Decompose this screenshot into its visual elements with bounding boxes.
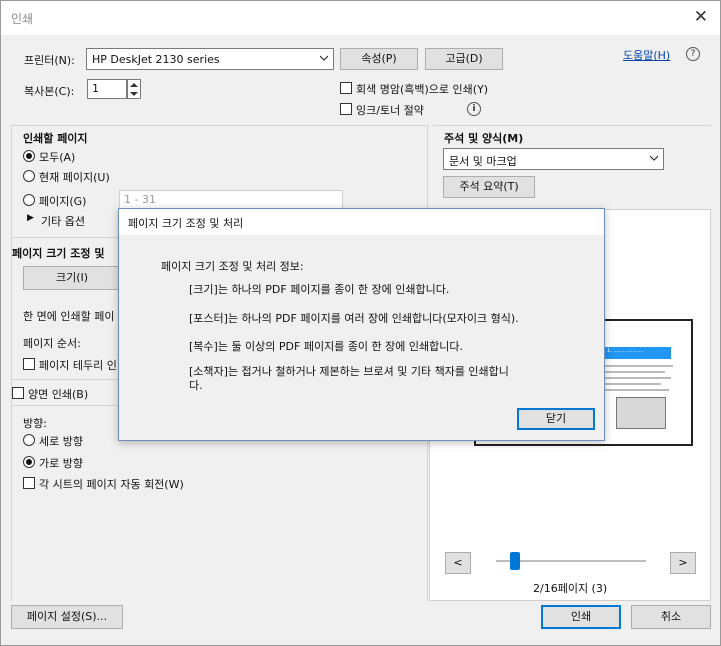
properties-button[interactable]: 속성(P) xyxy=(340,48,418,70)
page-slider-thumb[interactable] xyxy=(510,552,520,570)
comments-value: 문서 및 마크업 xyxy=(449,155,517,168)
grayscale-checkbox[interactable] xyxy=(340,82,352,94)
print-button[interactable]: 인쇄 xyxy=(541,605,621,629)
modal-heading: 페이지 크기 조정 및 처리 정보: xyxy=(161,260,304,273)
printer-value: HP DeskJet 2130 series xyxy=(92,53,220,66)
grayscale-label: 회색 명암(흑백)으로 인쇄(Y) xyxy=(356,83,489,96)
modal-title: 페이지 크기 조정 및 처리 xyxy=(128,217,244,230)
more-options-label[interactable]: 기타 옵션 xyxy=(41,213,85,229)
save-ink-label: 잉크/토너 절약 xyxy=(356,104,424,117)
pages-to-print-title: 인쇄할 페이지 xyxy=(23,132,88,145)
title-bar: 인쇄 ✕ xyxy=(1,1,720,35)
left-panel-border xyxy=(11,125,12,601)
page-border-label: 페이지 테두리 인 xyxy=(39,359,117,372)
modal-close-button[interactable]: 닫기 xyxy=(517,408,595,430)
next-page-button[interactable]: > xyxy=(670,552,696,574)
page-border-checkbox[interactable] xyxy=(23,358,35,370)
preview-header-text: 1. ................... xyxy=(607,348,644,354)
all-pages-radio[interactable] xyxy=(23,150,35,162)
sizing-title: 페이지 크기 조정 및 xyxy=(12,247,105,260)
size-button[interactable]: 크기(I) xyxy=(23,266,121,290)
chevron-down-icon[interactable] xyxy=(130,91,138,97)
divider xyxy=(11,125,427,126)
sizing-info-modal: 페이지 크기 조정 및 처리 페이지 크기 조정 및 처리 정보: [크기]는 … xyxy=(118,208,605,441)
close-icon[interactable]: ✕ xyxy=(694,7,708,27)
landscape-label: 가로 방향 xyxy=(39,457,83,470)
chevron-down-icon xyxy=(320,55,328,61)
all-pages-label: 모두(A) xyxy=(39,151,76,164)
duplex-checkbox[interactable] xyxy=(12,387,24,399)
preview-line xyxy=(603,383,661,385)
preview-line xyxy=(603,377,671,379)
help-icon[interactable]: ? xyxy=(686,47,700,61)
preview-figure xyxy=(616,397,666,429)
preview-line xyxy=(603,371,665,373)
advanced-button[interactable]: 고급(D) xyxy=(425,48,503,70)
duplex-label: 양면 인쇄(B) xyxy=(28,388,89,401)
auto-rotate-checkbox[interactable] xyxy=(23,477,35,489)
save-ink-checkbox[interactable] xyxy=(340,103,352,115)
page-indicator: 2/16페이지 (3) xyxy=(533,582,608,595)
window-title: 인쇄 xyxy=(11,12,34,26)
cancel-button[interactable]: 취소 xyxy=(631,605,711,629)
portrait-radio[interactable] xyxy=(23,434,35,446)
expand-triangle-icon[interactable]: ▶ xyxy=(27,213,34,223)
comments-title: 주석 및 양식(M) xyxy=(444,132,524,145)
landscape-radio[interactable] xyxy=(23,456,35,468)
printer-label: 프린터(N): xyxy=(24,54,75,67)
chevron-down-icon xyxy=(650,155,658,161)
page-range-input[interactable]: 1 - 31 xyxy=(119,190,343,210)
chevron-up-icon[interactable] xyxy=(130,82,138,88)
page-setup-button[interactable]: 페이지 설정(S)... xyxy=(11,605,123,629)
printer-select[interactable]: HP DeskJet 2130 series xyxy=(86,48,334,70)
page-range-label: 페이지(G) xyxy=(39,195,87,208)
copies-label: 복사본(C): xyxy=(24,85,75,98)
prev-page-button[interactable]: < xyxy=(445,552,471,574)
preview-banner: 1. ................... xyxy=(603,347,671,359)
modal-line-booklet: [소책자]는 접거나 철하거나 제본하는 브로셔 및 기타 책자를 인쇄합니다. xyxy=(189,365,509,392)
modal-line-size: [크기]는 하나의 PDF 페이지를 종이 한 장에 인쇄합니다. xyxy=(189,283,450,296)
print-dialog: 인쇄 ✕ 프린터(N): HP DeskJet 2130 series 속성(P… xyxy=(0,0,721,646)
modal-line-poster: [포스터]는 하나의 PDF 페이지를 여러 장에 인쇄합니다(모자이크 형식)… xyxy=(189,312,519,325)
portrait-label: 세로 방향 xyxy=(39,435,83,448)
copies-stepper[interactable] xyxy=(127,79,141,99)
orientation-title: 방향: xyxy=(23,417,47,430)
preview-line xyxy=(603,365,673,367)
modal-title-bar: 페이지 크기 조정 및 처리 xyxy=(119,209,604,235)
current-page-label: 현재 페이지(U) xyxy=(39,171,110,184)
help-link[interactable]: 도움말(H) xyxy=(623,47,670,63)
modal-line-multiple: [복수]는 둘 이상의 PDF 페이지를 종이 한 장에 인쇄합니다. xyxy=(189,340,464,353)
comments-summary-button[interactable]: 주석 요약(T) xyxy=(443,176,535,198)
comments-select[interactable]: 문서 및 마크업 xyxy=(443,148,664,170)
page-order-label: 페이지 순서: xyxy=(23,337,81,350)
divider xyxy=(433,125,711,126)
auto-rotate-label: 각 시트의 페이지 자동 회전(W) xyxy=(39,478,184,491)
info-icon[interactable]: i xyxy=(467,102,481,116)
page-range-radio[interactable] xyxy=(23,194,35,206)
current-page-radio[interactable] xyxy=(23,170,35,182)
preview-line xyxy=(603,389,669,391)
pages-per-sheet-label: 한 면에 인쇄할 페이 xyxy=(23,310,115,323)
copies-input[interactable]: 1 xyxy=(87,79,127,99)
